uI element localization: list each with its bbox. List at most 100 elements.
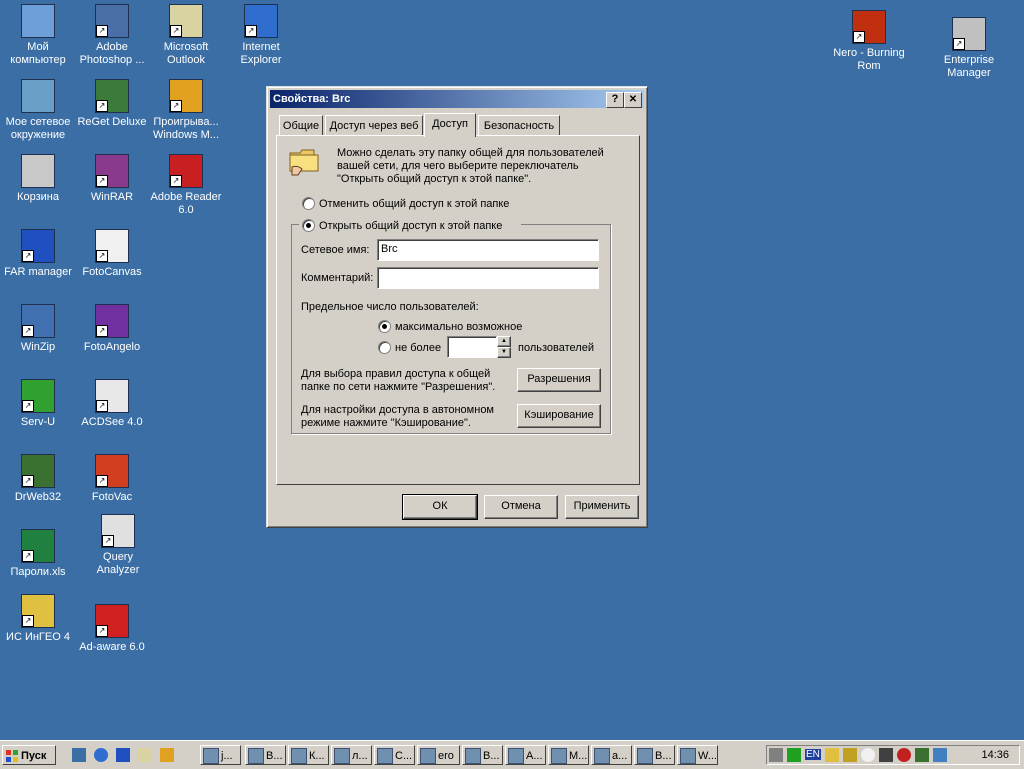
share-label[interactable]: Открыть общий доступ к этой папке (319, 220, 502, 232)
spin-up-icon[interactable]: ▲ (497, 336, 511, 347)
no-more-label[interactable]: не более (395, 342, 441, 354)
desktop-icon-item[interactable]: ↗ Adobe Photoshop ... (74, 4, 150, 67)
recycle-bin-icon (21, 154, 55, 188)
spin-down-icon[interactable]: ▼ (497, 347, 511, 358)
clock[interactable]: 14:36 (981, 749, 1009, 761)
tab-sharing[interactable]: Доступ (424, 113, 476, 137)
ie-icon[interactable] (94, 748, 108, 762)
desktop-icon-item[interactable]: ↗ WinZip (0, 304, 76, 354)
desktop-icon-label: WinRAR (90, 191, 134, 203)
desktop-icon-item[interactable]: Мой компьютер (0, 4, 76, 67)
tab-security[interactable]: Безопасность (478, 115, 560, 136)
share-radio[interactable] (302, 219, 315, 232)
outlook-icon[interactable] (138, 748, 152, 762)
desktop-icon-item[interactable]: ↗ Internet Explorer (223, 4, 299, 67)
desktop-icon-item[interactable]: ↗ Enterprise Manager (931, 17, 1007, 80)
sharing-panel: Можно сделать эту папку общей для пользо… (276, 135, 640, 485)
volume-icon[interactable] (769, 748, 783, 762)
desktop-icon-item[interactable]: ↗ ИС ИнГЕО 4 (0, 594, 76, 644)
clock-tray-icon[interactable] (861, 748, 875, 762)
desktop-icon-item[interactable]: Мое сетевое окружение (0, 79, 76, 142)
desktop-icon[interactable] (72, 748, 86, 762)
desktop-icon-item[interactable]: ↗ FAR manager (0, 229, 76, 279)
permissions-button[interactable]: Разрешения (517, 368, 601, 392)
taskbar-item-label: С... (395, 750, 413, 762)
network-tray-icon[interactable] (879, 748, 893, 762)
desktop-icon-item[interactable]: ↗ Serv-U (0, 379, 76, 429)
taskbar-item[interactable]: А... (505, 745, 546, 765)
taskbar-item[interactable]: С... (374, 745, 415, 765)
comment-input[interactable] (377, 267, 599, 289)
desktop-icon-item[interactable]: ↗ Ad-aware 6.0 (74, 604, 150, 654)
taskbar-item[interactable]: W... (677, 745, 718, 765)
antivirus-tray-icon[interactable] (897, 748, 911, 762)
desktop-icon-item[interactable]: ↗ FotoCanvas (74, 229, 150, 279)
unshare-label[interactable]: Отменить общий доступ к этой папке (319, 198, 509, 210)
taskbar-item[interactable]: М... (548, 745, 589, 765)
taskbar-item[interactable]: В... (245, 745, 286, 765)
serv-u-tray-icon[interactable] (787, 748, 801, 762)
desktop-icon-label: Ad-aware 6.0 (79, 641, 145, 653)
shortcut-arrow-icon: ↗ (22, 615, 34, 627)
apply-button[interactable]: Применить (565, 495, 639, 519)
search-icon (508, 748, 524, 764)
tab-general[interactable]: Общие (279, 115, 323, 136)
max-users-radio[interactable] (378, 320, 391, 333)
media-player-icon[interactable] (160, 748, 174, 762)
ok-button[interactable]: ОК (402, 494, 478, 520)
far-icon[interactable] (116, 748, 130, 762)
desktop-icon-item[interactable]: ↗ Adobe Reader 6.0 (148, 154, 224, 217)
media-player-icon: ↗ (169, 79, 203, 113)
share-name-input[interactable]: Brc (377, 239, 599, 261)
dialog-titlebar[interactable]: Свойства: Brc ? ✕ (270, 90, 644, 108)
tray-icon[interactable] (825, 748, 839, 762)
taskbar-item[interactable]: ero (417, 745, 460, 765)
shortcut-arrow-icon: ↗ (170, 175, 182, 187)
user-count-spinner[interactable]: ▲ ▼ (497, 336, 511, 358)
caching-button[interactable]: Кэширование (517, 404, 601, 428)
max-users-label[interactable]: максимально возможное (395, 321, 522, 333)
desktop-icon-label: FotoAngelo (83, 341, 141, 353)
desktop-icon-item[interactable]: ↗ WinRAR (74, 154, 150, 204)
desktop-icon-item[interactable]: ↗ Nero - Burning Rom (831, 10, 907, 73)
desktop-icon-item[interactable]: ↗ FotoVac (74, 454, 150, 504)
tray-icon[interactable] (933, 748, 947, 762)
desktop-icon-label: ACDSee 4.0 (81, 416, 143, 428)
acdsee-icon: ↗ (95, 379, 129, 413)
desktop-icon-label: Microsoft Outlook (163, 41, 209, 66)
app-icon (465, 748, 481, 764)
tab-web-sharing[interactable]: Доступ через веб (325, 115, 423, 136)
ingeo-icon: ↗ (21, 594, 55, 628)
shortcut-arrow-icon: ↗ (22, 400, 34, 412)
desktop-icon-item[interactable]: ↗ DrWeb32 (0, 454, 76, 504)
no-more-radio[interactable] (378, 341, 391, 354)
desktop-icon-item[interactable]: ↗ Проигрыва... Windows M... (148, 79, 224, 142)
desktop-icon-item[interactable]: ↗ Пароли.xls (0, 529, 76, 579)
desktop-icon-label: WinZip (20, 341, 56, 353)
help-button[interactable]: ? (606, 92, 624, 108)
desktop-icon-label: Мое сетевое окружение (5, 116, 71, 141)
taskbar-item[interactable]: а... (591, 745, 632, 765)
taskbar-item[interactable]: В... (462, 745, 503, 765)
desktop-icon-item[interactable]: ↗ Query Analyzer (80, 514, 156, 577)
drweb-tray-icon[interactable] (915, 748, 929, 762)
desktop-icon-item[interactable]: ↗ ReGet Deluxe (74, 79, 150, 129)
desktop-icon-item[interactable]: ↗ ACDSee 4.0 (74, 379, 150, 429)
unshare-radio[interactable] (302, 197, 315, 210)
taskbar-item[interactable]: j... (200, 745, 241, 765)
cancel-button[interactable]: Отмена (484, 495, 558, 519)
taskbar-item[interactable]: В... (634, 745, 675, 765)
language-indicator[interactable]: EN (805, 749, 821, 760)
desktop-icon-label: FAR manager (4, 266, 72, 278)
close-button[interactable]: ✕ (624, 92, 642, 108)
desktop-icon-item[interactable]: ↗ FotoAngelo (74, 304, 150, 354)
taskbar-item[interactable]: л... (331, 745, 372, 765)
desktop-icon-item[interactable]: ↗ Microsoft Outlook (148, 4, 224, 67)
word-icon (594, 748, 610, 764)
desktop-icon-item[interactable]: Корзина (0, 154, 76, 204)
start-button[interactable]: Пуск (2, 745, 56, 765)
tray-icon[interactable] (843, 748, 857, 762)
start-label: Пуск (21, 750, 47, 762)
taskbar-item[interactable]: К... (288, 745, 329, 765)
user-count-input[interactable] (447, 336, 497, 358)
